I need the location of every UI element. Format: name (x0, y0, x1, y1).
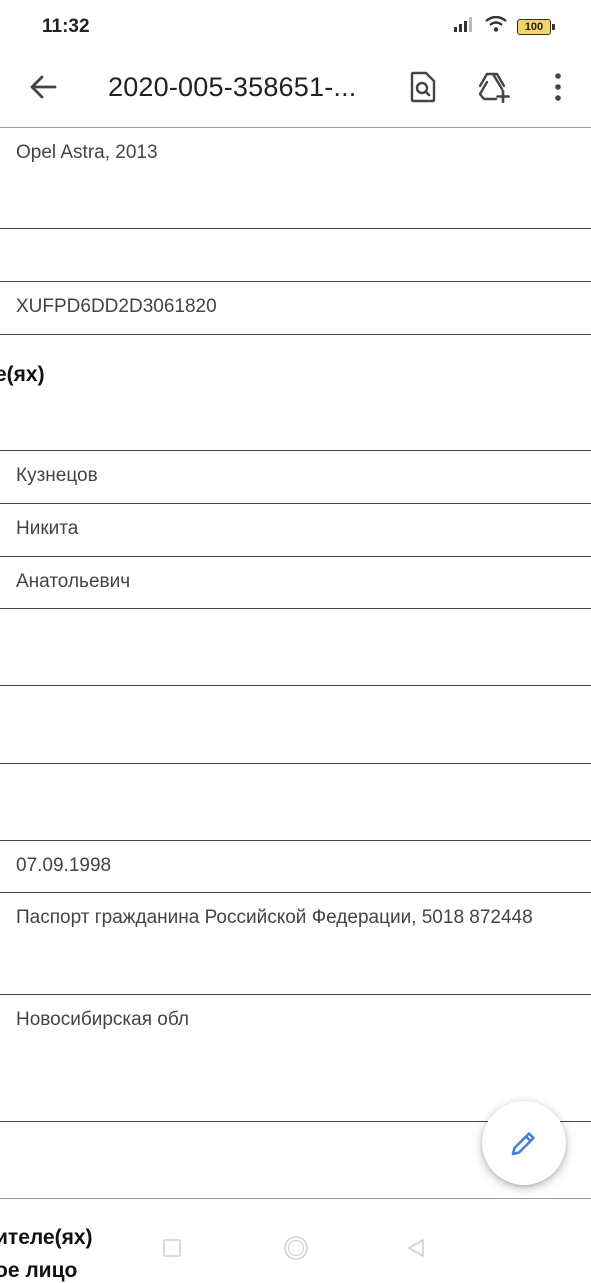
table-row: Анатольевич (0, 557, 591, 609)
table-row (0, 609, 591, 686)
more-vert-icon (555, 73, 561, 101)
recent-apps-button[interactable] (152, 1228, 192, 1268)
birth-date-value: 07.09.1998 (16, 855, 112, 876)
status-bar: 11:32 100 (0, 0, 591, 52)
status-time: 11:32 (42, 16, 90, 37)
document-search-icon (410, 71, 436, 103)
triangle-back-icon (408, 1239, 424, 1257)
region-value: Новосибирская обл (16, 1009, 189, 1030)
drive-add-button[interactable] (470, 64, 516, 110)
battery-level: 100 (524, 20, 544, 33)
back-button[interactable] (22, 66, 64, 108)
table-row (0, 229, 591, 282)
table-row: Никита (0, 504, 591, 557)
table-row (0, 764, 591, 841)
table-row: Новосибирская обл (0, 995, 591, 1122)
square-icon (163, 1239, 181, 1257)
status-icons: 100 (453, 15, 555, 37)
system-nav-bar (0, 1218, 591, 1280)
table-row: 07.09.1998 (0, 841, 591, 893)
last-name-value: Кузнецов (16, 465, 98, 486)
table-row: Кузнецов (0, 451, 591, 504)
document-value: Паспорт гражданина Российской Федерации,… (16, 907, 533, 928)
patronymic-value: Анатольевич (16, 571, 131, 592)
car-model-value: Opel Astra, 2013 (16, 142, 158, 163)
table-row (0, 686, 591, 764)
edit-fab-button[interactable] (482, 1101, 566, 1185)
home-button[interactable] (276, 1228, 316, 1268)
wifi-icon (485, 15, 507, 37)
system-back-button[interactable] (396, 1228, 436, 1268)
section-header-row: е(ях) (0, 335, 591, 451)
table-row: XUFPD6DD2D3061820 (0, 282, 591, 335)
more-options-button[interactable] (535, 64, 581, 110)
arrow-left-icon (30, 75, 57, 99)
edit-pencil-icon (511, 1132, 535, 1156)
battery-icon: 100 (517, 18, 555, 35)
owner-section-title: е(ях) (0, 363, 45, 386)
document-title: 2020-005-358651-... (108, 72, 357, 102)
first-name-value: Никита (16, 518, 79, 539)
table-row: Opel Astra, 2013 (0, 128, 591, 229)
vin-value: XUFPD6DD2D3061820 (16, 296, 217, 317)
signal-icon (453, 16, 475, 37)
document-search-button[interactable] (400, 64, 446, 110)
app-toolbar: 2020-005-358651-... (0, 52, 591, 128)
circle-icon (284, 1236, 308, 1260)
table-row: Паспорт гражданина Российской Федерации,… (0, 893, 591, 995)
drive-add-icon (478, 72, 510, 103)
